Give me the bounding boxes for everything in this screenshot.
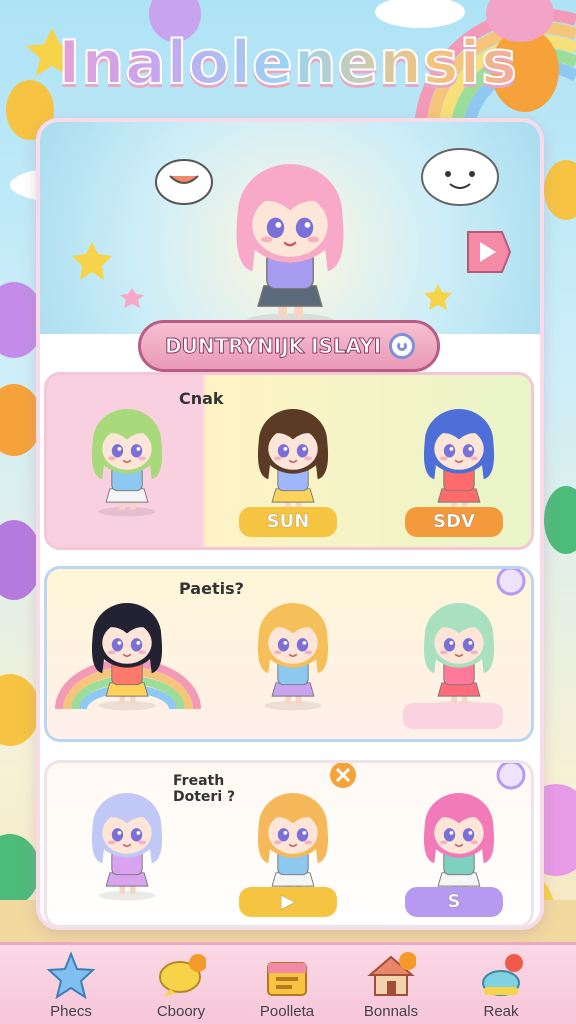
- bottom-navigation: Phecs Cboory Poolleta Bonnals Reak: [0, 942, 576, 1024]
- nav-item-reak[interactable]: Reak: [446, 945, 556, 1024]
- hero-character: [236, 164, 344, 328]
- hero-art: [72, 148, 512, 328]
- chibi-character: [423, 409, 495, 517]
- nav-label: Phecs: [50, 1003, 92, 1020]
- character-action-button[interactable]: SDV: [405, 507, 503, 537]
- nav-label: Bonnals: [363, 1003, 419, 1020]
- nav-label: Poolleta: [259, 1003, 315, 1020]
- play-button[interactable]: ▶: [239, 887, 337, 917]
- app-title: Inalolenensis: [0, 27, 576, 99]
- house-icon: [367, 952, 416, 996]
- nav-label: Reak: [483, 1003, 519, 1020]
- chat-icon: [159, 954, 206, 997]
- info-icon: [496, 763, 526, 790]
- chibi-character: [257, 793, 329, 901]
- bell-icon: [482, 954, 523, 996]
- chibi-character: [236, 164, 344, 328]
- play-tag-icon: [467, 231, 512, 273]
- nav-item-bonnals[interactable]: Bonnals: [336, 945, 446, 1024]
- banner-label: DUNTRYNIJK ISLAYI: [164, 334, 382, 359]
- card-row-art: [55, 569, 526, 729]
- chibi-character: [423, 793, 495, 901]
- island-name-banner[interactable]: DUNTRYNIJK ISLAYI: [138, 320, 440, 372]
- confirm-icon[interactable]: [389, 333, 415, 359]
- chibi-character: [423, 603, 495, 711]
- character-card-row-3[interactable]: Freath Doteri ? ▶ S: [44, 760, 534, 928]
- nav-item-poolleta[interactable]: Poolleta: [232, 945, 342, 1024]
- character-card-row-2[interactable]: Paetis?: [44, 566, 534, 742]
- chibi-character: [257, 409, 329, 517]
- box-icon: [267, 962, 307, 996]
- character-action-button[interactable]: SUN: [239, 507, 337, 537]
- empty-slot: [403, 703, 503, 729]
- nav-item-phecs[interactable]: Phecs: [16, 945, 126, 1024]
- nav-label: Cboory: [156, 1003, 206, 1020]
- star-icon: [46, 951, 96, 1000]
- chibi-character: [91, 793, 163, 901]
- nav-item-cboory[interactable]: Cboory: [126, 945, 236, 1024]
- cloud-face-icon: [421, 148, 499, 206]
- info-icon: [496, 569, 526, 596]
- speech-bubble-icon: [155, 159, 213, 205]
- select-button[interactable]: S: [405, 887, 503, 917]
- character-card-row-1[interactable]: Cnak SUN SDV: [44, 372, 534, 550]
- chibi-character: [91, 409, 163, 517]
- chibi-character: [257, 603, 329, 711]
- hero-area: [40, 122, 540, 334]
